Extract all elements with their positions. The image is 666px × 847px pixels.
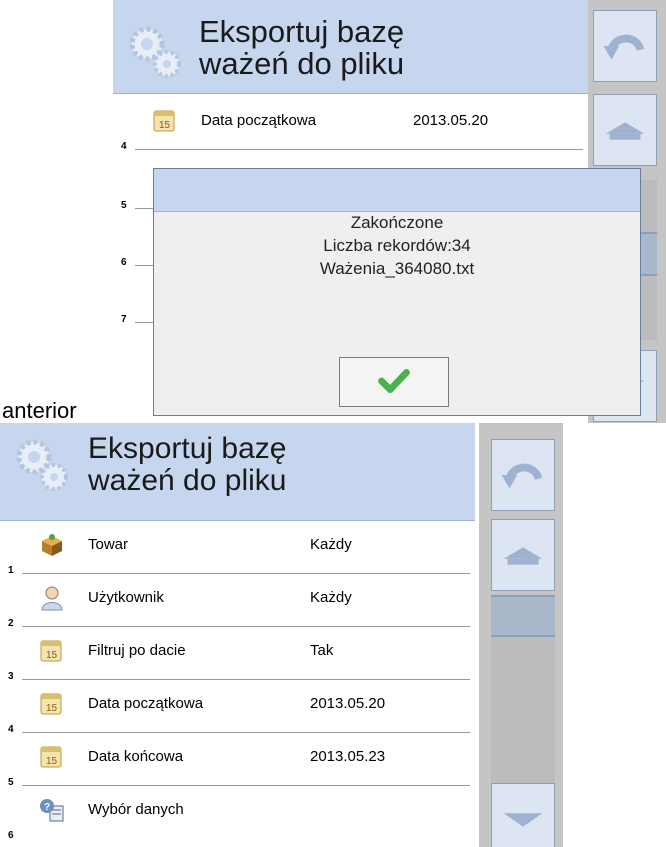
row-value: Tak	[310, 642, 334, 659]
row-divider	[22, 679, 470, 680]
page-title: Eksportuj bazę ważeń do pliku	[199, 16, 404, 80]
row-value: 2013.05.20	[413, 112, 489, 129]
scrollbar[interactable]	[491, 595, 555, 785]
dialog-status: Zakończone	[350, 213, 444, 232]
svg-text:?: ?	[44, 802, 50, 813]
calendar-icon: 15	[40, 640, 62, 662]
list-item-data-selection[interactable]: ? Wybór danych 6	[0, 788, 470, 847]
user-icon	[41, 586, 63, 611]
svg-text:15: 15	[46, 650, 58, 661]
caption-label: anterior	[2, 398, 77, 423]
row-number: 5	[121, 200, 127, 211]
ok-button[interactable]	[339, 357, 449, 407]
scroll-down-button[interactable]	[491, 783, 555, 847]
check-icon	[378, 369, 410, 394]
title-line-2: ważeń do pliku	[199, 46, 405, 81]
header: Eksportuj bazę ważeń do pliku	[113, 0, 588, 94]
home-icon	[605, 122, 645, 140]
row-number: 4	[8, 724, 14, 735]
top-screen: Eksportuj bazę ważeń do pliku 15 Data po…	[113, 0, 666, 423]
gears-icon	[16, 439, 68, 491]
row-label: Towar	[88, 536, 129, 553]
gears-icon	[129, 26, 181, 78]
home-button[interactable]	[491, 519, 555, 591]
row-number: 1	[8, 565, 14, 576]
calendar-icon: 15	[153, 110, 175, 132]
row-label: Data początkowa	[201, 112, 317, 129]
row-divider	[22, 785, 470, 786]
row-number: 3	[8, 671, 14, 682]
bottom-screen: Eksportuj bazę ważeń do pliku Towar Każd…	[0, 423, 563, 847]
row-divider	[22, 573, 470, 574]
header: Eksportuj bazę ważeń do pliku	[0, 423, 475, 521]
row-value: 2013.05.20	[310, 695, 386, 712]
row-label: Data początkowa	[88, 695, 204, 712]
list-item[interactable]: 15 Data początkowa 2013.05.20 4	[113, 99, 583, 158]
dialog-record-count: Liczba rekordów:34	[323, 236, 471, 255]
row-number: 7	[121, 314, 127, 325]
row-value: 2013.05.23	[310, 748, 386, 765]
calendar-icon: 15	[40, 693, 62, 715]
calendar-icon: 15	[40, 746, 62, 768]
list-item-product[interactable]: Towar Każdy 1	[0, 523, 470, 582]
list-item-end-date[interactable]: 15 Data końcowa 2013.05.23 5	[0, 735, 470, 794]
svg-text:15: 15	[159, 120, 171, 131]
data-selection-icon: ?	[40, 799, 64, 822]
row-number: 4	[121, 141, 127, 152]
svg-text:15: 15	[46, 756, 58, 767]
home-button[interactable]	[593, 94, 657, 166]
row-value: Każdy	[310, 536, 352, 553]
row-label: Data końcowa	[88, 748, 184, 765]
list-item-start-date[interactable]: 15 Data początkowa 2013.05.20 4	[0, 682, 470, 741]
row-number: 6	[121, 257, 127, 268]
title-line-1: Eksportuj bazę	[88, 432, 287, 465]
row-number: 5	[8, 777, 14, 788]
page-title: Eksportuj bazę ważeń do pliku	[88, 433, 286, 497]
row-value: Każdy	[310, 589, 352, 606]
completion-dialog: Zakończone Liczba rekordów:34 Ważenia_36…	[153, 168, 641, 416]
dialog-message: Zakończone Liczba rekordów:34 Ważenia_36…	[154, 211, 640, 280]
svg-text:15: 15	[46, 703, 58, 714]
product-box-icon	[42, 534, 62, 556]
list-item-user[interactable]: Użytkownik Każdy 2	[0, 576, 470, 635]
back-button[interactable]	[593, 10, 657, 82]
dialog-filename: Ważenia_364080.txt	[319, 259, 475, 278]
title-line-2: ważeń do pliku	[88, 464, 287, 497]
undo-arrow-icon	[501, 463, 543, 489]
row-number: 6	[8, 830, 14, 841]
title-line-1: Eksportuj bazę	[199, 14, 405, 49]
row-label: Filtruj po dacie	[88, 642, 186, 659]
list-item-filter-by-date[interactable]: 15 Filtruj po dacie Tak 3	[0, 629, 470, 688]
scroll-thumb[interactable]	[491, 595, 555, 637]
dialog-header	[154, 169, 640, 212]
home-icon	[503, 547, 543, 565]
back-button[interactable]	[491, 439, 555, 511]
row-label: Wybór danych	[88, 801, 184, 818]
undo-arrow-icon	[603, 34, 645, 60]
row-number: 2	[8, 618, 14, 629]
chevron-down-icon	[503, 813, 543, 827]
row-divider	[22, 626, 470, 627]
row-divider	[22, 732, 470, 733]
sidebar	[479, 423, 563, 847]
row-label: Użytkownik	[88, 589, 164, 606]
row-divider	[135, 149, 583, 150]
